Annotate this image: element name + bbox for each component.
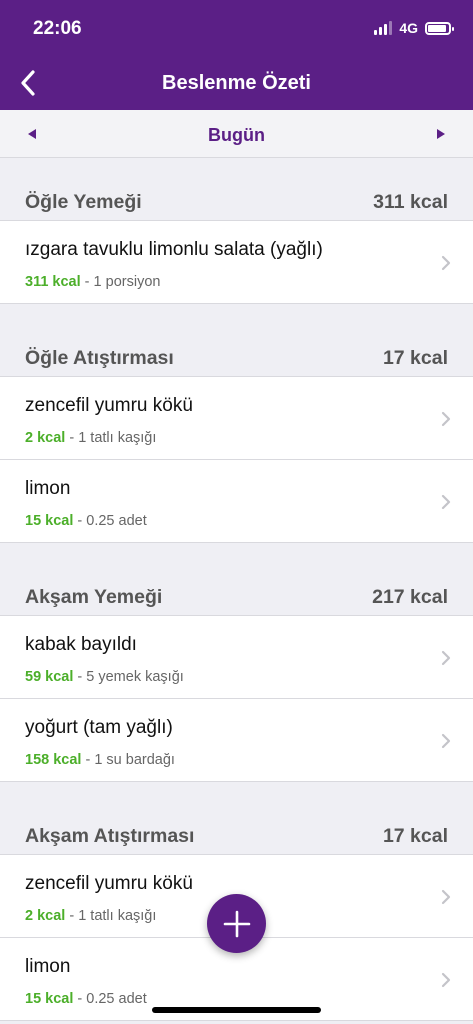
status-bar: 22:06 4G <box>0 0 473 56</box>
food-item-name: ızgara tavuklu limonlu salata (yağlı) <box>25 239 323 260</box>
food-item-portion: - 1 porsiyon <box>80 274 161 290</box>
food-item-kcal: 2 kcal <box>25 430 66 446</box>
plus-icon <box>223 910 250 937</box>
meal-section-kcal: 17 kcal <box>382 825 448 847</box>
food-item-portion: - 1 tatlı kaşığı <box>65 430 157 446</box>
food-item-name: limon <box>25 956 71 977</box>
food-item-detail: 15 kcal - 0.25 adet <box>25 513 147 529</box>
chevron-right-icon <box>439 649 453 667</box>
meal-section-kcal: 217 kcal <box>372 586 448 608</box>
food-item-portion: - 5 yemek kaşığı <box>73 669 184 685</box>
meal-section-kcal: 311 kcal <box>373 191 448 213</box>
food-item-portion: - 0.25 adet <box>73 513 147 529</box>
meal-section-title: Öğle Yemeği <box>25 191 142 213</box>
battery-icon <box>425 21 454 35</box>
food-item-row[interactable]: ızgara tavuklu limonlu salata (yağlı) 311… <box>0 221 473 304</box>
food-item-row[interactable]: zencefil yumru kökü 2 kcal - 1 tatlı kaşı… <box>0 377 473 460</box>
food-item-kcal: 2 kcal <box>25 908 66 924</box>
food-item-kcal: 15 kcal <box>25 513 74 529</box>
food-item-row[interactable]: kabak bayıldı 59 kcal - 5 yemek kaşığı <box>0 616 473 699</box>
chevron-right-icon <box>439 493 453 511</box>
food-item-portion: - 1 su bardağı <box>81 752 175 768</box>
meal-section-kcal: 17 kcal <box>382 347 448 369</box>
food-item-row[interactable]: yoğurt (tam yağlı) 158 kcal - 1 su bardağ… <box>0 699 473 782</box>
food-item-detail: 2 kcal - 1 tatlı kaşığı <box>25 430 156 446</box>
battery-level <box>428 24 446 32</box>
meal-section-title: Akşam Yemeği <box>25 586 163 608</box>
food-item-name: kabak bayıldı <box>25 634 137 655</box>
page-title: Beslenme Özeti <box>162 72 311 94</box>
food-item-row[interactable]: limon 15 kcal - 0.25 adet <box>0 460 473 543</box>
meal-section-header: Akşam Yemeği 217 kcal <box>0 577 473 616</box>
food-item-detail: 2 kcal - 1 tatlı kaşığı <box>25 908 156 924</box>
date-selector: Bugün <box>0 110 473 158</box>
meal-section-title: Öğle Atıştırması <box>25 347 174 369</box>
meal-section-header: Öğle Atıştırması 17 kcal <box>0 338 473 377</box>
chevron-right-icon <box>439 254 453 272</box>
triangle-right-icon <box>437 129 445 139</box>
food-item-detail: 15 kcal - 0.25 adet <box>25 991 147 1007</box>
food-item-name: limon <box>25 478 71 499</box>
food-item-detail: 59 kcal - 5 yemek kaşığı <box>25 669 184 685</box>
chevron-right-icon <box>439 410 453 428</box>
chevron-right-icon <box>439 971 453 989</box>
date-label[interactable]: Bugün <box>0 125 473 146</box>
home-indicator <box>152 1007 321 1013</box>
meal-list: Öğle Yemeği 311 kcal ızgara tavuklu limonl… <box>0 158 473 1021</box>
food-item-portion: - 0.25 adet <box>73 991 147 1007</box>
nav-bar: Beslenme Özeti <box>0 56 473 110</box>
next-day-button[interactable] <box>429 122 453 146</box>
meal-section-header: Akşam Atıştırması 17 kcal <box>0 816 473 855</box>
food-item-kcal: 311 kcal <box>25 274 81 290</box>
network-type: 4G <box>399 20 418 36</box>
signal-icon <box>374 21 393 35</box>
food-item-kcal: 158 kcal <box>25 752 82 768</box>
food-item-portion: - 1 tatlı kaşığı <box>65 908 157 924</box>
food-item-detail: 311 kcal - 1 porsiyon <box>25 274 160 290</box>
status-time: 22:06 <box>33 18 82 39</box>
food-item-name: yoğurt (tam yağlı) <box>25 717 173 738</box>
food-item-kcal: 15 kcal <box>25 991 74 1007</box>
food-item-kcal: 59 kcal <box>25 669 74 685</box>
food-item-detail: 158 kcal - 1 su bardağı <box>25 752 175 768</box>
chevron-right-icon <box>439 888 453 906</box>
meal-section-header: Öğle Yemeği 311 kcal <box>0 182 473 221</box>
add-food-button[interactable] <box>207 894 266 953</box>
food-item-name: zencefil yumru kökü <box>25 395 193 416</box>
chevron-right-icon <box>439 732 453 750</box>
meal-section-title: Akşam Atıştırması <box>25 825 195 847</box>
food-item-name: zencefil yumru kökü <box>25 873 193 894</box>
status-indicators: 4G <box>374 20 454 36</box>
